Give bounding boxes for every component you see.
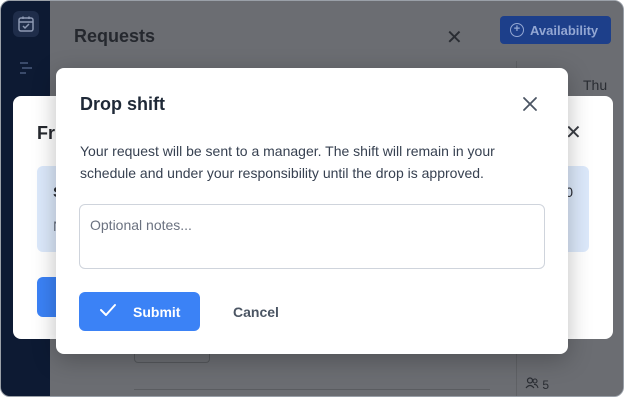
submit-label: Submit <box>133 303 181 320</box>
check-icon <box>99 303 117 320</box>
requests-title: Requests <box>74 26 156 46</box>
notes-field[interactable] <box>79 204 545 269</box>
drop-shift-modal: Drop shift Your request will be sent to … <box>56 68 568 354</box>
close-icon[interactable]: ✕ <box>446 25 463 50</box>
modal-title: Drop shift <box>80 94 165 114</box>
day-header: Thu <box>583 77 608 93</box>
calendar-check-icon[interactable] <box>13 11 39 37</box>
availability-label: Availability <box>530 22 599 38</box>
list-icon[interactable] <box>13 55 39 81</box>
cancel-button[interactable]: Cancel <box>216 292 296 331</box>
close-icon[interactable] <box>518 92 542 116</box>
people-icon <box>525 377 542 392</box>
modal-message: Your request will be sent to a manager. … <box>80 143 495 181</box>
people-count: 5 <box>525 377 549 392</box>
add-circle-icon: + <box>510 23 524 37</box>
people-count-value: 5 <box>542 378 550 392</box>
submit-button[interactable]: Submit <box>79 292 200 331</box>
divider <box>134 389 490 390</box>
availability-button[interactable]: + Availability <box>500 16 611 44</box>
